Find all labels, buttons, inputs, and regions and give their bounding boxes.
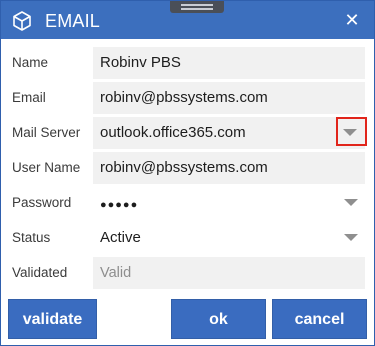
validate-button[interactable]: validate bbox=[8, 299, 97, 339]
name-input[interactable]: Robinv PBS bbox=[93, 47, 365, 79]
highlight-box bbox=[336, 117, 367, 146]
email-row: Email robinv@pbssystems.com bbox=[1, 82, 374, 114]
email-value: robinv@pbssystems.com bbox=[100, 89, 268, 106]
close-button[interactable]: ✕ bbox=[340, 8, 364, 32]
name-label: Name bbox=[12, 55, 49, 70]
email-input[interactable]: robinv@pbssystems.com bbox=[93, 82, 365, 114]
chevron-down-icon[interactable] bbox=[344, 234, 358, 241]
mail-server-value: outlook.office365.com bbox=[100, 124, 246, 141]
drag-handle[interactable] bbox=[170, 1, 224, 13]
name-row: Name Robinv PBS bbox=[1, 47, 374, 79]
chevron-down-icon[interactable] bbox=[344, 199, 358, 206]
status-row: Status Active bbox=[1, 222, 374, 254]
dialog-title: EMAIL bbox=[45, 11, 101, 31]
user-name-label: User Name bbox=[12, 160, 81, 175]
mail-server-row: Mail Server outlook.office365.com bbox=[1, 117, 374, 149]
password-input[interactable]: ●●●●● bbox=[93, 187, 365, 219]
user-name-input[interactable]: robinv@pbssystems.com bbox=[93, 152, 365, 184]
cancel-button[interactable]: cancel bbox=[272, 299, 367, 339]
user-name-value: robinv@pbssystems.com bbox=[100, 159, 268, 176]
user-name-row: User Name robinv@pbssystems.com bbox=[1, 152, 374, 184]
validated-row: Validated Valid bbox=[1, 257, 374, 289]
validated-input[interactable]: Valid bbox=[93, 257, 365, 289]
mail-server-select[interactable]: outlook.office365.com bbox=[93, 117, 365, 149]
title-bar[interactable]: EMAIL ✕ bbox=[1, 1, 374, 39]
cube-icon bbox=[13, 11, 31, 31]
name-value: Robinv PBS bbox=[100, 54, 181, 71]
password-label: Password bbox=[12, 195, 72, 210]
ok-button[interactable]: ok bbox=[171, 299, 266, 339]
email-label: Email bbox=[12, 90, 46, 105]
close-icon: ✕ bbox=[344, 10, 360, 30]
mail-server-label: Mail Server bbox=[12, 125, 81, 140]
validated-label: Validated bbox=[12, 265, 68, 280]
status-label: Status bbox=[12, 230, 51, 245]
status-value: Active bbox=[100, 229, 141, 246]
validated-placeholder: Valid bbox=[100, 265, 132, 281]
status-select[interactable]: Active bbox=[93, 222, 365, 254]
password-value: ●●●●● bbox=[100, 199, 139, 211]
password-row: Password ●●●●● bbox=[1, 187, 374, 219]
email-dialog: EMAIL ✕ Name Robinv PBS Email robinv@pbs… bbox=[0, 0, 375, 346]
